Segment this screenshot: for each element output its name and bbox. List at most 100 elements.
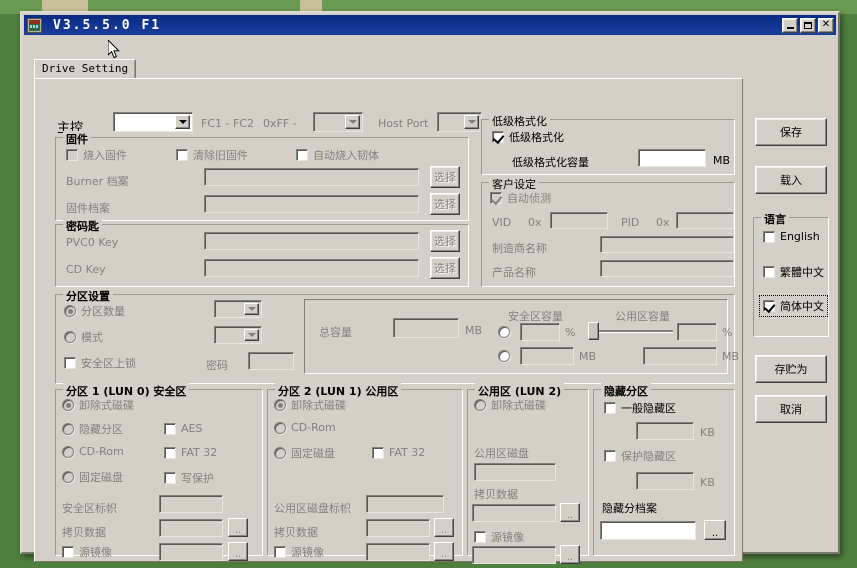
secure-lock-checkbox[interactable]: 安全区上锁 (64, 355, 136, 371)
clear-old-firmware-checkbox[interactable]: 清除旧固件 (176, 147, 248, 163)
secure-mb-input[interactable] (520, 347, 574, 365)
normal-hidden-checkbox[interactable]: 一般隐藏区 (604, 400, 676, 416)
load-button[interactable]: 载入 (755, 166, 827, 194)
product-name-input[interactable] (600, 260, 734, 277)
mcu-combo[interactable] (113, 112, 193, 132)
pid-input[interactable] (676, 212, 734, 229)
low-level-format-checkbox[interactable]: 低级格式化 (492, 129, 564, 145)
burn-firmware-checkbox[interactable]: 烧入固件 (66, 147, 127, 163)
lun0-write-protect-checkbox[interactable]: 写保护 (164, 470, 214, 486)
pvc0-key-input[interactable] (204, 232, 419, 250)
lun0-hidden-radio[interactable]: 隐藏分区 (62, 421, 123, 437)
lun0-source-browse-button[interactable]: .. (228, 542, 248, 561)
lun2-source-image-input[interactable] (472, 546, 556, 564)
pvc0-key-browse-button[interactable]: 选择 (430, 230, 460, 252)
chevron-down-icon[interactable] (244, 329, 259, 341)
public-mb-input[interactable] (643, 347, 717, 365)
lun0-source-image-checkbox[interactable]: 源镜像 (62, 544, 112, 560)
secure-percent-input[interactable] (520, 323, 560, 341)
normal-hidden-label: 一般隐藏区 (621, 400, 676, 416)
capacity-slider[interactable] (588, 324, 673, 338)
lun2-source-browse-button[interactable]: .. (560, 545, 580, 564)
lun2-copy-browse-button[interactable]: .. (560, 503, 580, 522)
title-bar[interactable]: V3.5.5.0 F1 ✕ (24, 15, 836, 35)
hidden-file-input[interactable] (600, 521, 696, 540)
chevron-down-icon[interactable] (175, 115, 190, 129)
low-level-capacity-input[interactable] (638, 149, 706, 167)
lun2-source-image-checkbox[interactable]: 源镜像 (474, 529, 524, 545)
lun2-disk-input[interactable] (474, 463, 556, 481)
protect-hidden-input[interactable] (636, 472, 694, 490)
partition-mode-radio[interactable]: 模式 (64, 329, 103, 345)
lun0-removable-label: 卸除式磁碟 (79, 397, 134, 413)
lun0-removable-radio[interactable]: 卸除式磁碟 (62, 397, 134, 413)
lun1-source-browse-button[interactable]: .. (434, 542, 454, 561)
public-percent-input[interactable] (677, 323, 717, 341)
lun0-cdrom-radio[interactable]: CD-Rom (62, 445, 124, 458)
protect-hidden-checkbox[interactable]: 保护隐藏区 (604, 448, 676, 464)
lun0-aes-label: AES (181, 422, 202, 435)
lun2-group: 公用区 (LUN 2) 卸除式磁碟 公用区磁盘 拷贝数据 .. 源镜像 .. (467, 389, 589, 556)
radio-circle (62, 471, 74, 483)
partition-count-combo[interactable] (214, 300, 262, 318)
lun1-removable-radio[interactable]: 卸除式磁碟 (274, 397, 346, 413)
chevron-down-icon[interactable] (345, 115, 360, 129)
lun2-copy-label: 拷贝数据 (474, 486, 518, 502)
lun0-fat32-checkbox[interactable]: FAT 32 (164, 446, 217, 459)
total-capacity-unit: MB (465, 324, 482, 337)
minimize-button[interactable] (782, 18, 798, 33)
tab-drive-setting[interactable]: Drive Setting (34, 59, 136, 78)
lun1-cdrom-radio[interactable]: CD-Rom (274, 421, 336, 434)
lun1-volume-input[interactable] (366, 495, 444, 513)
hidden-file-browse-button[interactable]: .. (704, 520, 726, 540)
lun0-fixed-radio[interactable]: 固定磁盘 (62, 469, 123, 485)
hex-combo[interactable] (313, 112, 363, 132)
lun2-copy-input[interactable] (472, 504, 556, 522)
lun0-volume-input[interactable] (159, 495, 223, 513)
partition-count-radio[interactable]: 分区数量 (64, 303, 125, 319)
maximize-button[interactable] (800, 18, 816, 33)
lun1-copy-browse-button[interactable]: .. (434, 518, 454, 537)
firmware-file-browse-button[interactable]: 选择 (430, 193, 460, 215)
cd-key-browse-button[interactable]: 选择 (430, 257, 460, 279)
capacity-percent-radio[interactable] (498, 326, 510, 338)
slider-thumb[interactable] (588, 322, 599, 340)
chevron-down-icon[interactable] (244, 303, 259, 315)
lun1-copy-input[interactable] (366, 519, 430, 537)
partition-mode-combo[interactable] (214, 326, 262, 344)
auto-detect-checkbox[interactable]: 自动侦测 (490, 190, 551, 206)
burner-file-input[interactable] (204, 168, 419, 186)
lun1-group: 分区 2 (LUN 1) 公用区 卸除式磁碟 CD-Rom 固定磁盘 FAT 3… (267, 389, 463, 556)
save-as-button[interactable]: 存贮为 (755, 355, 827, 383)
total-capacity-input[interactable] (393, 318, 459, 338)
language-english-checkbox[interactable]: English (763, 230, 820, 243)
vid-input[interactable] (550, 212, 608, 229)
lun0-source-image-input[interactable] (159, 543, 223, 561)
cancel-button[interactable]: 取消 (755, 395, 827, 423)
cd-key-input[interactable] (204, 259, 419, 277)
partition-count-label: 分区数量 (81, 303, 125, 319)
capacity-mb-radio[interactable] (498, 350, 510, 362)
lun1-fixed-radio[interactable]: 固定磁盘 (274, 445, 335, 461)
secure-capacity-label: 安全区容量 (508, 308, 563, 324)
burner-file-browse-button[interactable]: 选择 (430, 166, 460, 188)
language-traditional-checkbox[interactable]: 繁體中文 (763, 264, 824, 280)
lun0-copy-input[interactable] (159, 519, 223, 537)
lun0-copy-browse-button[interactable]: .. (228, 518, 248, 537)
lun1-source-image-checkbox[interactable]: 源镜像 (274, 544, 324, 560)
lun0-aes-checkbox[interactable]: AES (164, 422, 202, 435)
lun1-source-image-input[interactable] (366, 543, 430, 561)
language-simplified-checkbox[interactable]: 简体中文 (761, 297, 826, 315)
chevron-down-icon[interactable] (464, 115, 479, 129)
secure-password-input[interactable] (248, 352, 294, 370)
lun2-removable-radio[interactable]: 卸除式磁碟 (474, 397, 546, 413)
checkbox-box (62, 546, 74, 558)
close-button[interactable]: ✕ (818, 18, 834, 33)
normal-hidden-input[interactable] (636, 422, 694, 440)
auto-burn-firmware-checkbox[interactable]: 自动烧入韧体 (296, 147, 379, 163)
host-port-combo[interactable] (437, 112, 482, 132)
firmware-file-input[interactable] (204, 195, 419, 213)
save-button[interactable]: 保存 (755, 118, 827, 146)
vendor-name-input[interactable] (600, 236, 734, 253)
lun1-fat32-checkbox[interactable]: FAT 32 (372, 446, 425, 459)
